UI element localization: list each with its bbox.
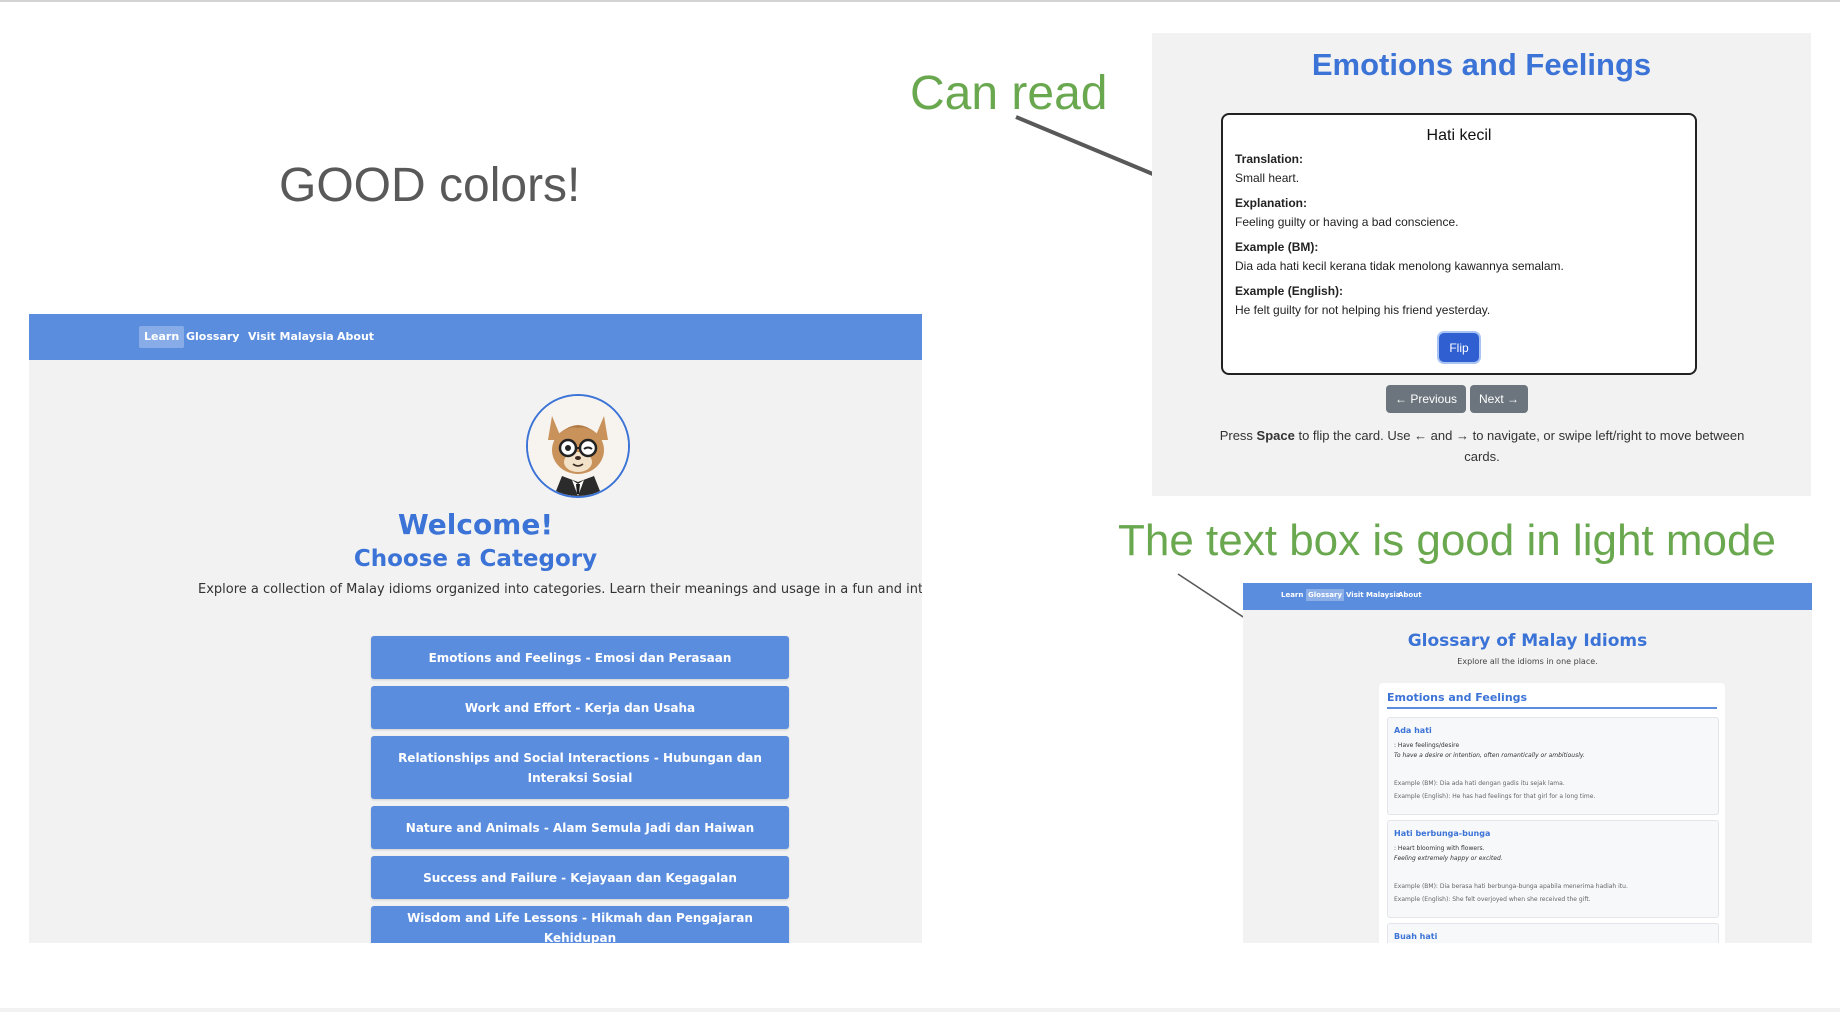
category-button-work[interactable]: Work and Effort - Kerja dan Usaha: [371, 686, 789, 729]
entry-name: Buah hati: [1394, 932, 1438, 941]
glossary-category-heading: Emotions and Feelings: [1387, 691, 1528, 704]
glossary-text-box: Emotions and Feelings Ada hati : Have fe…: [1379, 683, 1725, 943]
previous-button[interactable]: ← Previous: [1386, 385, 1466, 413]
category-button-emotions[interactable]: Emotions and Feelings - Emosi dan Perasa…: [371, 636, 789, 679]
category-button-nature[interactable]: Nature and Animals - Alam Semula Jadi da…: [371, 806, 789, 849]
learn-page-screenshot: Learn Glossary Visit Malaysia About Welc…: [29, 314, 922, 943]
category-button-label: Emotions and Feelings - Emosi dan Perasa…: [428, 650, 732, 665]
nav-learn[interactable]: Learn: [139, 326, 185, 348]
entry-example-bm: Example (BM): Dia berasa hati berbunga-b…: [1394, 883, 1628, 890]
category-button-label: Nature and Animals - Alam Semula Jadi da…: [405, 820, 755, 835]
nav-glossary[interactable]: Glossary: [1306, 589, 1345, 601]
category-button-success[interactable]: Success and Failure - Kejayaan dan Kegag…: [371, 856, 789, 899]
entry-meaning: : Have feelings/desire: [1394, 742, 1460, 749]
nav-visit-malaysia[interactable]: Visit Malaysia: [243, 326, 339, 348]
keyboard-hint: Press Space to flip the card. Use ← and …: [1212, 425, 1752, 467]
nav-glossary[interactable]: Glossary: [181, 326, 244, 348]
example-en-value: He felt guilty for not helping his frien…: [1235, 303, 1491, 317]
nav-visit-malaysia[interactable]: Visit Malaysia: [1344, 589, 1403, 601]
glossary-navbar: Learn Glossary Visit Malaysia About: [1243, 583, 1812, 610]
glossary-entry: Ada hati : Have feelings/desire To have …: [1387, 717, 1719, 815]
slide-top-border: [0, 0, 1840, 2]
glossary-subtitle: Explore all the idioms in one place.: [1457, 657, 1598, 666]
entry-example-en: Example (English): She felt overjoyed wh…: [1394, 896, 1591, 903]
hint-text-post: to flip the card. Use ← and → to navigat…: [1294, 428, 1745, 464]
category-button-label: Relationships and Social Interactions - …: [398, 750, 762, 785]
nav-about[interactable]: About: [1396, 589, 1424, 601]
hint-text-pre: Press: [1219, 428, 1257, 443]
glossary-entry: Hati berbunga-bunga : Heart blooming wit…: [1387, 820, 1719, 918]
category-underline: [1387, 707, 1717, 709]
explanation-label: Explanation:: [1235, 196, 1308, 210]
translation-label: Translation:: [1235, 152, 1304, 166]
entry-example-bm: Example (BM): Dia ada hati dengan gadis …: [1394, 780, 1565, 787]
flashcard[interactable]: Hati kecil Translation: Small heart. Exp…: [1221, 113, 1697, 375]
mascot-avatar: [526, 394, 630, 498]
example-bm-value: Dia ada hati kecil kerana tidak menolong…: [1235, 259, 1564, 273]
welcome-heading: Welcome!: [397, 508, 554, 541]
entry-example-en: Example (English): He has had feelings f…: [1394, 793, 1596, 800]
flashcard-page-screenshot: Emotions and Feelings Hati kecil Transla…: [1152, 33, 1811, 496]
nav-learn[interactable]: Learn: [1279, 589, 1305, 601]
glossary-title: Glossary of Malay Idioms: [1407, 631, 1648, 651]
entry-name: Hati berbunga-bunga: [1394, 829, 1491, 838]
hint-space-key: Space: [1256, 428, 1295, 443]
example-en-label: Example (English):: [1235, 284, 1344, 298]
card-idiom: Hati kecil: [1426, 127, 1492, 144]
glossary-page-screenshot: Learn Glossary Visit Malaysia About Glos…: [1243, 583, 1812, 943]
example-bm-label: Example (BM):: [1235, 240, 1319, 254]
intro-description: Explore a collection of Malay idioms org…: [198, 582, 922, 597]
choose-category-heading: Choose a Category: [353, 546, 598, 572]
category-button-relationships[interactable]: Relationships and Social Interactions - …: [371, 736, 789, 799]
explanation-value: Feeling guilty or having a bad conscienc…: [1235, 215, 1459, 229]
nav-about[interactable]: About: [332, 326, 379, 348]
entry-name: Ada hati: [1394, 726, 1432, 735]
glossary-entry: Buah hati: [1387, 923, 1719, 943]
flashcard-category-title: Emotions and Feelings: [1311, 47, 1652, 82]
entry-meaning: : Heart blooming with flowers.: [1394, 845, 1485, 852]
slide-bottom-border: [0, 1008, 1840, 1012]
flip-button[interactable]: Flip: [1439, 333, 1479, 362]
next-button[interactable]: Next →: [1470, 385, 1528, 413]
annotation-can-read: Can read: [910, 67, 1108, 120]
annotation-good-colors: GOOD colors!: [279, 159, 581, 212]
category-button-label: Success and Failure - Kejayaan dan Kegag…: [423, 870, 737, 885]
category-button-label: Wisdom and Life Lessons - Hikmah dan Pen…: [407, 910, 753, 944]
translation-value: Small heart.: [1235, 171, 1300, 185]
category-button-label: Work and Effort - Kerja dan Usaha: [464, 700, 696, 715]
category-button-wisdom[interactable]: Wisdom and Life Lessons - Hikmah dan Pen…: [371, 906, 789, 943]
entry-explanation: To have a desire or intention, often rom…: [1394, 752, 1585, 759]
entry-explanation: Feeling extremely happy or excited.: [1394, 855, 1503, 862]
annotation-text-box-good: The text box is good in light mode: [1118, 516, 1776, 565]
learn-navbar: Learn Glossary Visit Malaysia About: [29, 314, 922, 360]
